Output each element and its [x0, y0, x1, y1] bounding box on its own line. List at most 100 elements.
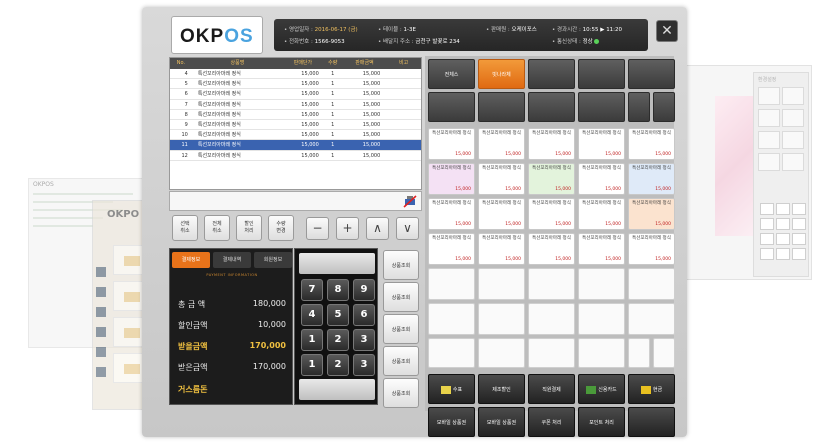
scroll-up-button[interactable]: ∧ [366, 217, 389, 240]
empty-product-slot[interactable] [528, 303, 575, 335]
product-button[interactable]: 특선꼬리아마레 정식 15,000 [528, 198, 575, 230]
product-button[interactable]: 특선꼬리아마레 정식 15,000 [528, 233, 575, 265]
product-button[interactable]: 특선꼬리아마레 정식 15,000 [628, 198, 675, 230]
sub-category-tab[interactable] [478, 92, 525, 122]
empty-product-slot[interactable] [578, 338, 625, 368]
keypad-key[interactable]: 1 [301, 329, 323, 351]
product-button[interactable]: 특선꼬리아마레 정식 15,000 [628, 163, 675, 195]
empty-product-slot[interactable] [428, 303, 475, 335]
category-tab[interactable] [628, 59, 675, 89]
keypad-key[interactable]: 4 [301, 304, 323, 326]
product-button[interactable]: 특선꼬리아마레 정식 15,000 [628, 128, 675, 160]
category-tab[interactable]: 전체스 [428, 59, 475, 89]
payment-action-button[interactable]: 모바일 상품권 [478, 407, 525, 437]
background-button [758, 87, 780, 105]
empty-product-slot[interactable] [653, 338, 675, 368]
product-lookup-button[interactable]: 상품조회 [383, 282, 419, 312]
cancel-selected-button[interactable]: 선택 취소 [172, 215, 198, 241]
product-button[interactable]: 특선꼬리아마레 정식 15,000 [428, 198, 475, 230]
plus-button[interactable]: + [336, 217, 359, 240]
scroll-down-button[interactable]: ∨ [396, 217, 419, 240]
table-row[interactable]: 11 특선꼬리아마레 정식 15,000 1 15,000 [170, 140, 421, 151]
empty-product-slot[interactable] [578, 268, 625, 300]
table-row[interactable]: 7 특선꼬리아마레 정식 15,000 1 15,000 [170, 100, 421, 110]
keypad-key[interactable]: 3 [353, 354, 375, 376]
product-price: 15,000 [605, 187, 621, 192]
product-button[interactable]: 특선꼬리아마레 정식 15,000 [478, 198, 525, 230]
cancel-all-button[interactable]: 전체 취소 [204, 215, 230, 241]
sub-category-tab[interactable] [578, 92, 625, 122]
sub-category-tab[interactable] [628, 92, 650, 122]
product-button[interactable]: 특선꼬리아마레 정식 15,000 [478, 128, 525, 160]
empty-product-slot[interactable] [528, 338, 575, 368]
keypad-key[interactable]: 2 [327, 354, 349, 376]
tab-payment-info[interactable]: 결제정보 [172, 252, 210, 268]
discount-button[interactable]: 할인 처리 [236, 215, 262, 241]
empty-product-slot[interactable] [478, 338, 525, 368]
product-name: 특선꼬리아마레 정식 [582, 201, 621, 206]
keypad-key[interactable]: 7 [301, 279, 323, 301]
change-qty-button[interactable]: 수량 변경 [268, 215, 294, 241]
table-row[interactable]: 10 특선꼬리아마레 정식 15,000 1 15,000 [170, 130, 421, 141]
keypad-key[interactable]: 9 [353, 279, 375, 301]
payment-action-button[interactable]: 포인트 처리 [578, 407, 625, 437]
payment-action-button[interactable]: 쿠폰 처리 [528, 407, 575, 437]
table-row[interactable]: 12 특선꼬리아마레 정식 15,000 1 15,000 [170, 151, 421, 161]
payment-action-button[interactable]: 모바일 상품권 [428, 407, 475, 437]
empty-product-slot[interactable] [628, 338, 650, 368]
product-lookup-button[interactable]: 상품조회 [383, 346, 419, 376]
product-button[interactable]: 특선꼬리아마레 정식 15,000 [578, 128, 625, 160]
payment-action-button[interactable]: 수표 [428, 374, 475, 404]
payment-action-button[interactable]: 제조할인 [478, 374, 525, 404]
minus-button[interactable]: − [306, 217, 329, 240]
tab-member-info[interactable]: 회원정보 [254, 252, 292, 268]
keypad-key[interactable]: 2 [327, 329, 349, 351]
product-button[interactable]: 특선꼬리아마레 정식 15,000 [478, 233, 525, 265]
table-row[interactable]: 6 특선꼬리아마레 정식 15,000 1 15,000 [170, 89, 421, 100]
empty-product-slot[interactable] [628, 303, 675, 335]
table-row[interactable]: 9 특선꼬리아마레 정식 15,000 1 15,000 [170, 120, 421, 131]
printer-disabled-icon[interactable] [403, 195, 417, 208]
product-lookup-button[interactable]: 상품조회 [383, 250, 419, 280]
sub-category-tab[interactable] [428, 92, 475, 122]
sub-category-tab[interactable] [653, 92, 675, 122]
category-tab[interactable] [528, 59, 575, 89]
table-row[interactable]: 5 특선꼬리아마레 정식 15,000 1 15,000 [170, 79, 421, 90]
keypad-key[interactable]: 5 [327, 304, 349, 326]
category-tab[interactable] [578, 59, 625, 89]
empty-product-slot[interactable] [528, 268, 575, 300]
empty-product-slot[interactable] [428, 268, 475, 300]
product-button[interactable]: 특선꼬리아마레 정식 15,000 [628, 233, 675, 265]
empty-product-slot[interactable] [428, 338, 475, 368]
empty-product-slot[interactable] [578, 303, 625, 335]
keypad-key[interactable]: 6 [353, 304, 375, 326]
tab-payment-history[interactable]: 결제내역 [213, 252, 251, 268]
empty-product-slot[interactable] [478, 303, 525, 335]
product-button[interactable]: 특선꼬리아마레 정식 15,000 [428, 163, 475, 195]
payment-action-button[interactable]: 현금 [628, 374, 675, 404]
table-row[interactable]: 8 특선꼬리아마레 정식 15,000 1 15,000 [170, 110, 421, 120]
product-button[interactable]: 특선꼬리아마레 정식 15,000 [428, 128, 475, 160]
category-tab[interactable]: 빗나라체 [478, 59, 525, 89]
product-button[interactable]: 특선꼬리아마레 정식 15,000 [528, 163, 575, 195]
empty-product-slot[interactable] [478, 268, 525, 300]
close-button[interactable]: ✕ [656, 20, 678, 42]
payment-action-button[interactable] [628, 407, 675, 437]
payment-action-button[interactable]: 신용카드 [578, 374, 625, 404]
product-lookup-button[interactable]: 상품조회 [383, 314, 419, 344]
product-button[interactable]: 특선꼬리아마레 정식 15,000 [578, 198, 625, 230]
empty-product-slot[interactable] [628, 268, 675, 300]
keypad-key[interactable]: 8 [327, 279, 349, 301]
payment-action-button[interactable]: 직원결제 [528, 374, 575, 404]
product-button[interactable]: 특선꼬리아마레 정식 15,000 [478, 163, 525, 195]
table-row[interactable]: 4 특선꼬리아마레 정식 15,000 1 15,000 [170, 69, 421, 80]
sub-category-tab[interactable] [528, 92, 575, 122]
product-lookup-button[interactable]: 상품조회 [383, 378, 419, 408]
keypad-enter-button[interactable] [299, 379, 375, 400]
product-button[interactable]: 특선꼬리아마레 정식 15,000 [578, 233, 625, 265]
product-button[interactable]: 특선꼬리아마레 정식 15,000 [428, 233, 475, 265]
product-button[interactable]: 특선꼬리아마레 정식 15,000 [528, 128, 575, 160]
keypad-key[interactable]: 3 [353, 329, 375, 351]
keypad-key[interactable]: 1 [301, 354, 323, 376]
product-button[interactable]: 특선꼬리아마레 정식 15,000 [578, 163, 625, 195]
